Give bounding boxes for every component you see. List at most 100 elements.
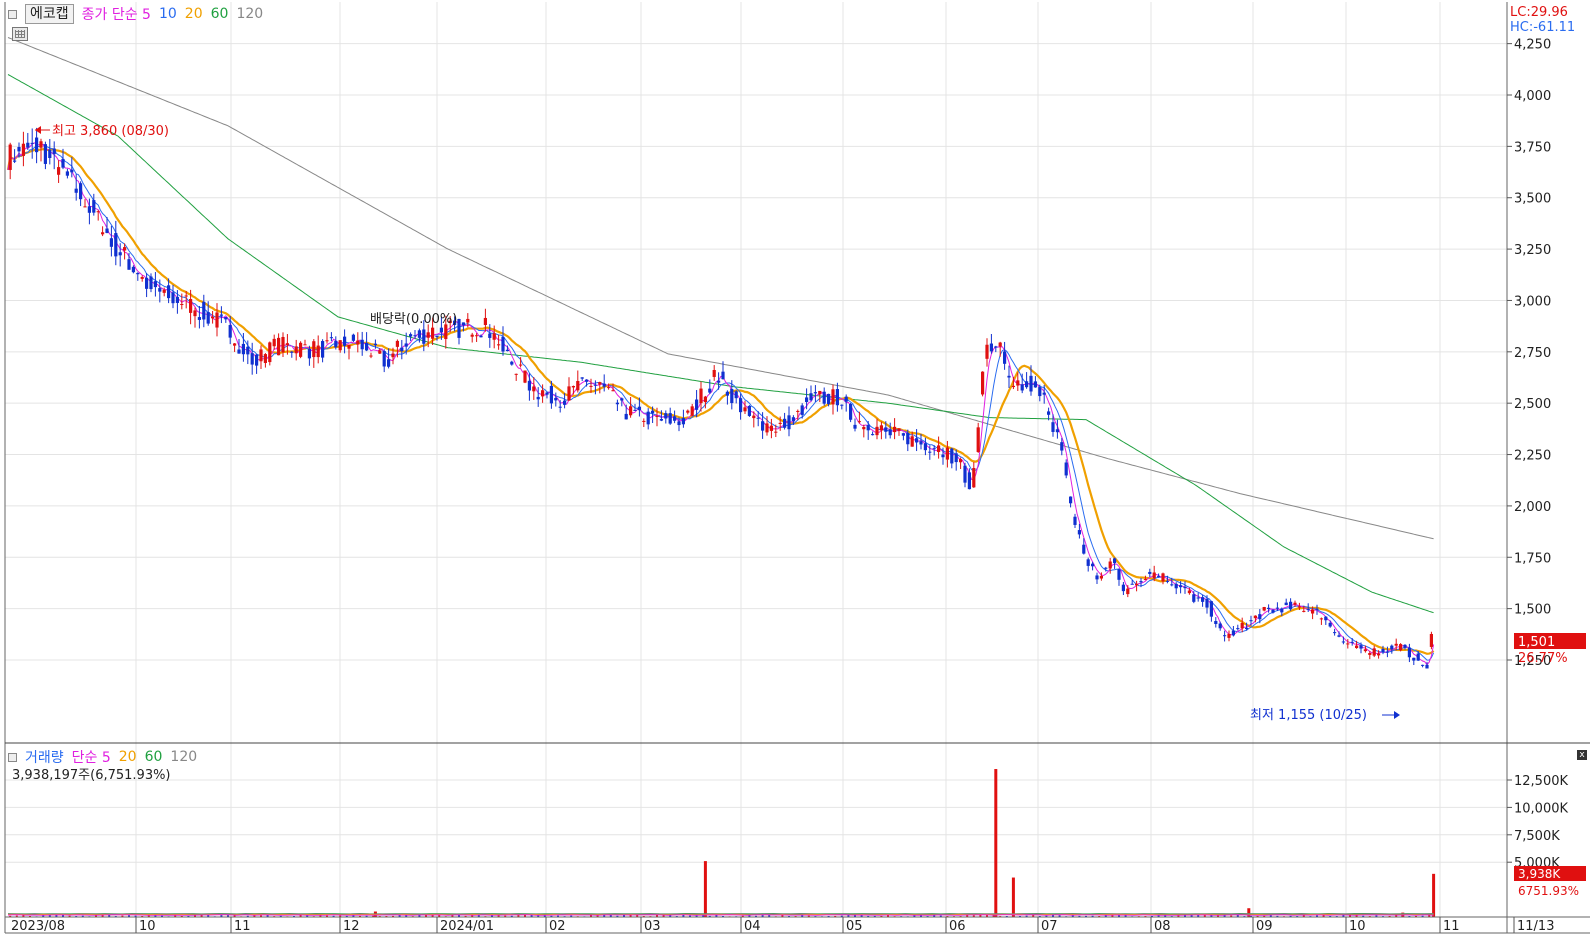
- ma-label[interactable]: 종가 단순 5: [82, 4, 151, 24]
- candle-body: [101, 232, 105, 235]
- price-tick-label: 2,500: [1514, 397, 1551, 412]
- candle-body: [1253, 615, 1257, 619]
- candle-body: [743, 407, 747, 412]
- candle-body: [373, 343, 377, 346]
- candle-body: [1007, 375, 1011, 378]
- candle-body: [1086, 559, 1090, 566]
- candle-body: [1381, 648, 1385, 653]
- stock-chart[interactable]: 4,250 4,000 3,750 3,500 3,250 3,000 2,750 2,500…: [0, 0, 1590, 947]
- candle-body: [360, 339, 364, 350]
- candle-body: [131, 266, 135, 273]
- candle-body: [1359, 645, 1363, 649]
- volume-spike: [703, 861, 707, 917]
- candle-body: [1350, 641, 1354, 643]
- candle-body: [1020, 384, 1024, 391]
- high-price-marker: 최고 3,860 (08/30): [35, 124, 169, 139]
- candle-body: [347, 344, 351, 349]
- grid-settings-icon[interactable]: [12, 27, 28, 41]
- candle-body: [585, 379, 589, 382]
- candle-body: [1016, 380, 1020, 386]
- candle-body: [888, 429, 892, 436]
- candle-body: [475, 335, 479, 337]
- candle-body: [1240, 622, 1244, 629]
- candle-body: [1104, 567, 1108, 569]
- ma120-label[interactable]: 120: [236, 6, 263, 22]
- candle-body: [1363, 649, 1367, 652]
- time-tick-label: 10: [1349, 919, 1366, 934]
- volume-ma60-label[interactable]: 60: [145, 749, 163, 765]
- candle-body: [906, 433, 910, 445]
- candle-body: [43, 144, 47, 164]
- candle-body: [1236, 628, 1240, 630]
- candle-body: [527, 380, 531, 391]
- candle-body: [404, 343, 408, 347]
- candle-body: [739, 398, 743, 413]
- candle-body: [1152, 572, 1156, 579]
- candle-body: [563, 400, 567, 405]
- hc-readout: HC:-61.11: [1510, 20, 1575, 35]
- candle-body: [1289, 601, 1293, 610]
- time-tick-label: 08: [1154, 919, 1171, 934]
- ma10-label[interactable]: 10: [159, 6, 177, 22]
- candle-body: [1337, 635, 1341, 637]
- candle-body: [1148, 571, 1152, 574]
- candle-body: [1091, 563, 1095, 567]
- candle-body: [505, 349, 509, 352]
- candle-body: [580, 377, 584, 379]
- ma60-label[interactable]: 60: [211, 6, 229, 22]
- high-price-label: 최고 3,860 (08/30): [52, 124, 169, 139]
- candle-body: [897, 428, 901, 431]
- candle-body: [536, 396, 540, 400]
- candle-body: [1399, 644, 1403, 651]
- lc-readout: LC:29.96: [1510, 5, 1568, 20]
- candle-body: [268, 342, 272, 363]
- candle-body: [1324, 616, 1328, 621]
- candle-body: [492, 333, 496, 340]
- candle-body: [1284, 602, 1288, 606]
- volume-spike: [994, 769, 998, 917]
- candle-body: [998, 342, 1002, 347]
- panel-toggle-icon[interactable]: [8, 9, 17, 19]
- candle-body: [681, 418, 685, 425]
- candle-body: [1174, 583, 1178, 589]
- candle-body: [994, 346, 998, 348]
- candle-body: [228, 325, 232, 338]
- candle-body: [840, 404, 844, 406]
- candle-body: [1403, 644, 1407, 648]
- candle-body: [435, 336, 439, 338]
- candle-body: [774, 431, 778, 433]
- candle-body: [189, 299, 193, 313]
- candle-body: [233, 343, 237, 346]
- candle-body: [1201, 597, 1205, 602]
- candle-body: [1113, 558, 1117, 564]
- candle-body: [1421, 664, 1425, 666]
- close-volume-panel-icon[interactable]: x: [1577, 750, 1587, 760]
- volume-panel-toggle-icon[interactable]: [8, 752, 17, 762]
- candle-body: [950, 448, 954, 464]
- candle-body: [74, 188, 78, 193]
- candle-body: [1157, 576, 1161, 578]
- candle-body: [624, 413, 628, 420]
- candle-body: [483, 317, 487, 325]
- candle-body: [79, 183, 83, 200]
- volume-ma20-label[interactable]: 20: [119, 749, 137, 765]
- candle-body: [1139, 581, 1143, 583]
- stock-name[interactable]: 에코캡: [25, 4, 74, 24]
- ma20-label[interactable]: 20: [185, 6, 203, 22]
- candle-body: [646, 411, 650, 425]
- candle-body: [211, 316, 215, 319]
- price-tick-label: 4,000: [1514, 89, 1551, 104]
- candle-body: [241, 343, 245, 355]
- candle-body: [1196, 597, 1200, 599]
- candle-body: [1099, 575, 1103, 579]
- candle-body: [699, 388, 703, 404]
- candle-body: [202, 301, 206, 320]
- candle-body: [1126, 588, 1130, 595]
- candle-body: [567, 386, 571, 401]
- candle-body: [299, 342, 303, 357]
- candle-body: [857, 421, 861, 423]
- candle-body: [1143, 579, 1147, 581]
- volume-ma120-label[interactable]: 120: [170, 749, 197, 765]
- candle-body: [787, 415, 791, 430]
- candle-body: [285, 343, 289, 346]
